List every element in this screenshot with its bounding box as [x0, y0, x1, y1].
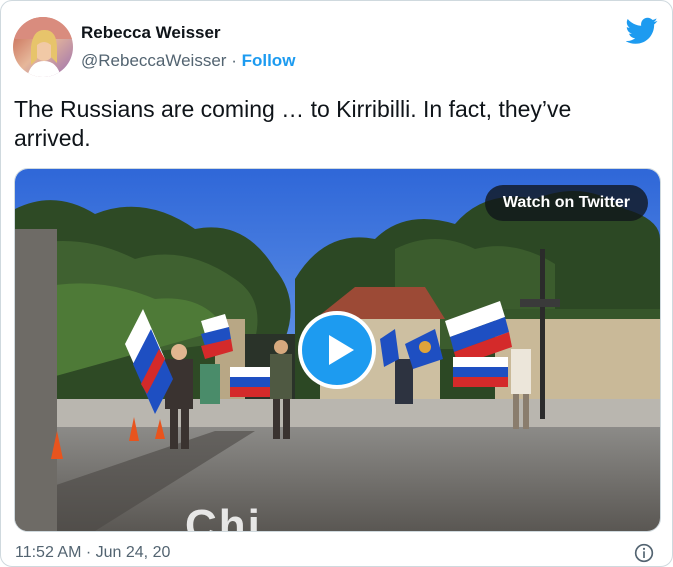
follow-button[interactable]: Follow: [242, 51, 296, 70]
author-name[interactable]: Rebecca Weisser: [81, 23, 221, 43]
embedded-tweet-card: Rebecca Weisser @RebeccaWeisser · Follow…: [0, 0, 673, 567]
watch-on-twitter-button[interactable]: Watch on Twitter: [484, 185, 648, 221]
avatar-image: [13, 17, 73, 77]
info-icon[interactable]: [634, 543, 654, 563]
play-button[interactable]: [298, 311, 376, 389]
tweet-text: The Russians are coming … to Kirribilli.…: [14, 96, 572, 151]
separator-dot: ·: [231, 51, 237, 70]
video-player[interactable]: Watch on Twitter Chi: [14, 168, 661, 532]
author-handle-row: @RebeccaWeisser · Follow: [81, 51, 295, 71]
author-handle[interactable]: @RebeccaWeisser: [81, 51, 226, 70]
watermark-text: Chi: [185, 501, 262, 532]
play-icon: [329, 335, 354, 365]
tweet-timestamp[interactable]: 11:52 AM · Jun 24, 20: [15, 544, 170, 562]
twitter-bird-icon[interactable]: [626, 17, 658, 45]
author-avatar[interactable]: [13, 17, 73, 77]
